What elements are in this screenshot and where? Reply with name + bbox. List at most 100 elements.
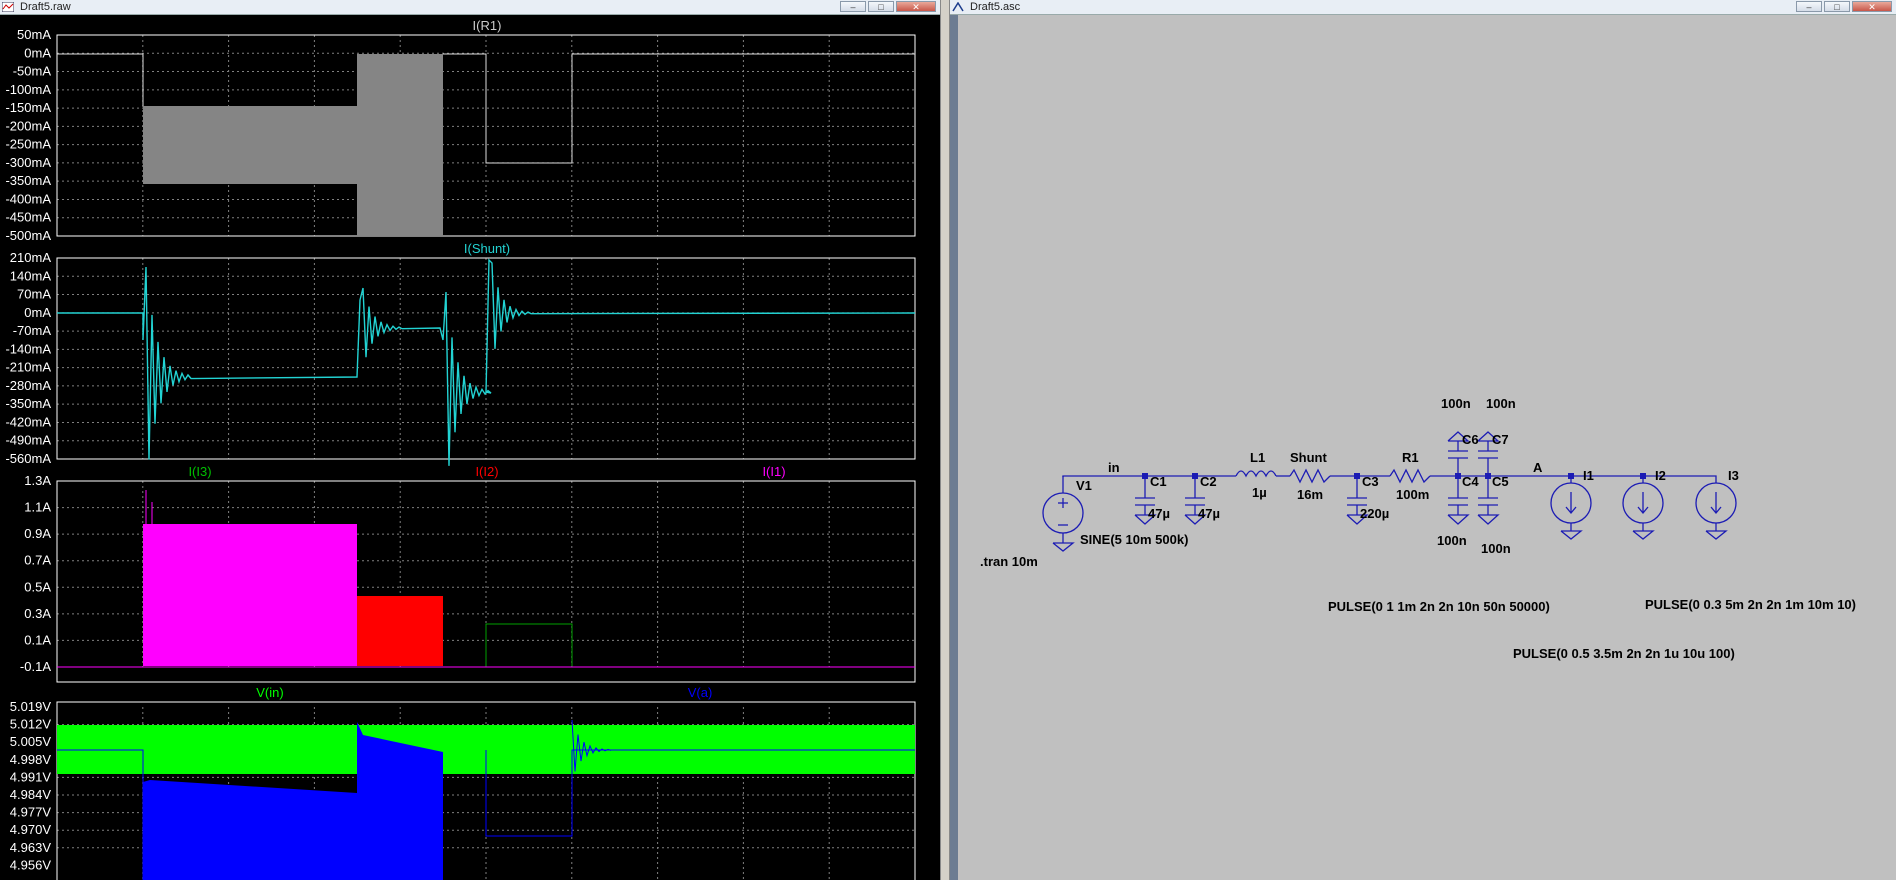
label-c2[interactable]: C2 (1200, 474, 1217, 489)
y-tick-label: 50mA (17, 27, 51, 42)
label-v1[interactable]: V1 (1076, 478, 1092, 493)
resistor-r1[interactable] (1389, 468, 1431, 484)
value-c6[interactable]: 100n (1441, 396, 1471, 411)
y-tick-label: -200mA (5, 118, 51, 133)
directive-i2-source[interactable]: PULSE(0 0.5 3.5m 2n 2n 1u 10u 100) (1513, 646, 1735, 661)
y-tick-label: -210mA (5, 360, 51, 375)
close-button[interactable]: ✕ (1852, 1, 1892, 12)
y-tick-label: 5.012V (10, 717, 52, 732)
current-source-i1[interactable] (1550, 482, 1592, 540)
y-tick-label: -70mA (13, 323, 52, 338)
schematic-app-icon (952, 2, 964, 12)
directive-v1-source[interactable]: SINE(5 10m 500k) (1080, 532, 1188, 547)
y-tick-label: -450mA (5, 210, 51, 225)
directive-tran[interactable]: .tran 10m (980, 554, 1038, 569)
net-label-a[interactable]: A (1533, 460, 1543, 475)
resistor-shunt[interactable] (1289, 468, 1331, 484)
value-l1[interactable]: 1µ (1252, 485, 1267, 500)
label-c4[interactable]: C4 (1462, 474, 1479, 489)
label-shunt[interactable]: Shunt (1290, 450, 1327, 465)
label-i3[interactable]: I3 (1728, 468, 1739, 483)
trace-label-i-shunt[interactable]: I(Shunt) (464, 241, 510, 256)
y-tick-label: 4.984V (10, 787, 52, 802)
label-c5[interactable]: C5 (1492, 474, 1509, 489)
y-tick-label: 4.998V (10, 752, 52, 767)
y-tick-label: 4.963V (10, 840, 52, 855)
trace-i-i2 (357, 596, 443, 666)
value-c7[interactable]: 100n (1486, 396, 1516, 411)
label-i2[interactable]: I2 (1655, 468, 1666, 483)
y-tick-label: 0mA (24, 45, 51, 60)
label-c6[interactable]: C6 (1462, 432, 1479, 447)
y-tick-label: -420mA (5, 414, 51, 429)
y-tick-label: 70mA (17, 287, 51, 302)
trace-label-i-i2[interactable]: I(I2) (475, 464, 498, 479)
y-tick-label: 0mA (24, 305, 51, 320)
value-c4[interactable]: 100n (1437, 533, 1467, 548)
label-l1[interactable]: L1 (1250, 450, 1265, 465)
trace-label-v-in[interactable]: V(in) (256, 685, 283, 700)
waveform-titlebar[interactable]: Draft5.raw – □ ✕ (0, 0, 940, 15)
window-gap (940, 0, 950, 880)
y-tick-label: -0.1A (20, 659, 51, 674)
current-source-i3[interactable] (1695, 482, 1737, 540)
trace-label-i-r1[interactable]: I(R1) (473, 18, 502, 33)
value-c3[interactable]: 220µ (1360, 506, 1389, 521)
value-c2[interactable]: 47µ (1198, 506, 1220, 521)
trace-label-i-i1[interactable]: I(I1) (762, 464, 785, 479)
label-c1[interactable]: C1 (1150, 474, 1167, 489)
y-tick-label: 140mA (10, 268, 52, 283)
schematic-left-border (950, 15, 958, 880)
label-c3[interactable]: C3 (1362, 474, 1379, 489)
maximize-button[interactable]: □ (868, 1, 894, 12)
y-tick-label: -140mA (5, 341, 51, 356)
value-shunt[interactable]: 16m (1297, 487, 1323, 502)
pane-voltages[interactable]: V(in) V(a) 5.019V 5.012V 5.005V 4.998V 4.991… (10, 685, 916, 880)
y-tick-label: -490mA (5, 433, 51, 448)
value-c1[interactable]: 47µ (1148, 506, 1170, 521)
directive-i3-source[interactable]: PULSE(0 0.3 5m 2n 2n 1m 10m 10) (1645, 597, 1856, 612)
maximize-button[interactable]: □ (1824, 1, 1850, 12)
trace-label-i-i3[interactable]: I(I3) (188, 464, 211, 479)
trace-label-v-a[interactable]: V(a) (688, 685, 713, 700)
minimize-button[interactable]: – (840, 1, 866, 12)
waveform-plot-area[interactable]: I(R1) 50mA 0mA -50mA -100mA -150mA -200mA -250… (0, 15, 940, 880)
pane-i-shunt[interactable]: I(Shunt) 210mA 140mA 70mA 0mA -70mA -140mA -21… (5, 241, 916, 466)
label-c7[interactable]: C7 (1492, 432, 1509, 447)
y-tick-label: 0.9A (24, 526, 51, 541)
schematic-canvas[interactable]: V1 in C1 47µ C2 47µ L1 1µ Shunt 16m C3 2… (958, 15, 1896, 880)
pane-i-r1[interactable]: I(R1) 50mA 0mA -50mA -100mA -150mA -200mA -250… (5, 18, 916, 243)
schematic-window: Draft5.asc – □ ✕ V1 in C1 47µ C2 47µ L1 … (950, 0, 1896, 880)
y-tick-label: 1.3A (24, 473, 51, 488)
y-tick-label: -350mA (5, 173, 51, 188)
inductor-l1[interactable] (1235, 470, 1277, 478)
waveform-window-title: Draft5.raw (20, 1, 71, 13)
y-tick-label: -250mA (5, 137, 51, 152)
minimize-button[interactable]: – (1796, 1, 1822, 12)
value-r1[interactable]: 100m (1396, 487, 1429, 502)
pane-current-sources[interactable]: I(I3) I(I2) I(I1) 1.3A 1.1A 0.9A 0.7A 0.5A 0.… (20, 464, 916, 683)
y-tick-label: 1.1A (24, 500, 51, 515)
schematic-titlebar[interactable]: Draft5.asc – □ ✕ (950, 0, 1896, 15)
y-tick-label: -150mA (5, 100, 51, 115)
y-tick-label: -400mA (5, 191, 51, 206)
y-tick-label: 5.019V (10, 699, 52, 714)
net-label-in[interactable]: in (1108, 460, 1120, 475)
waveform-window: Draft5.raw – □ ✕ I(R1) 50mA 0mA -50mA -100m… (0, 0, 940, 880)
label-i1[interactable]: I1 (1583, 468, 1594, 483)
y-tick-label: -50mA (13, 64, 52, 79)
y-tick-label: -280mA (5, 378, 51, 393)
trace-i-i3 (485, 623, 573, 667)
current-source-i2[interactable] (1622, 482, 1664, 540)
value-c5[interactable]: 100n (1481, 541, 1511, 556)
schematic-window-title: Draft5.asc (970, 1, 1021, 13)
y-tick-label: 4.956V (10, 857, 52, 872)
directive-i1-source[interactable]: PULSE(0 1 1m 2n 2n 10n 50n 50000) (1328, 599, 1550, 614)
y-tick-label: 5.005V (10, 734, 52, 749)
close-button[interactable]: ✕ (896, 1, 936, 12)
label-r1[interactable]: R1 (1402, 450, 1419, 465)
y-tick-label: 4.991V (10, 769, 52, 784)
waveform-app-icon (2, 2, 14, 12)
trace-i-r1 (57, 53, 915, 236)
y-tick-label: -560mA (5, 451, 51, 466)
